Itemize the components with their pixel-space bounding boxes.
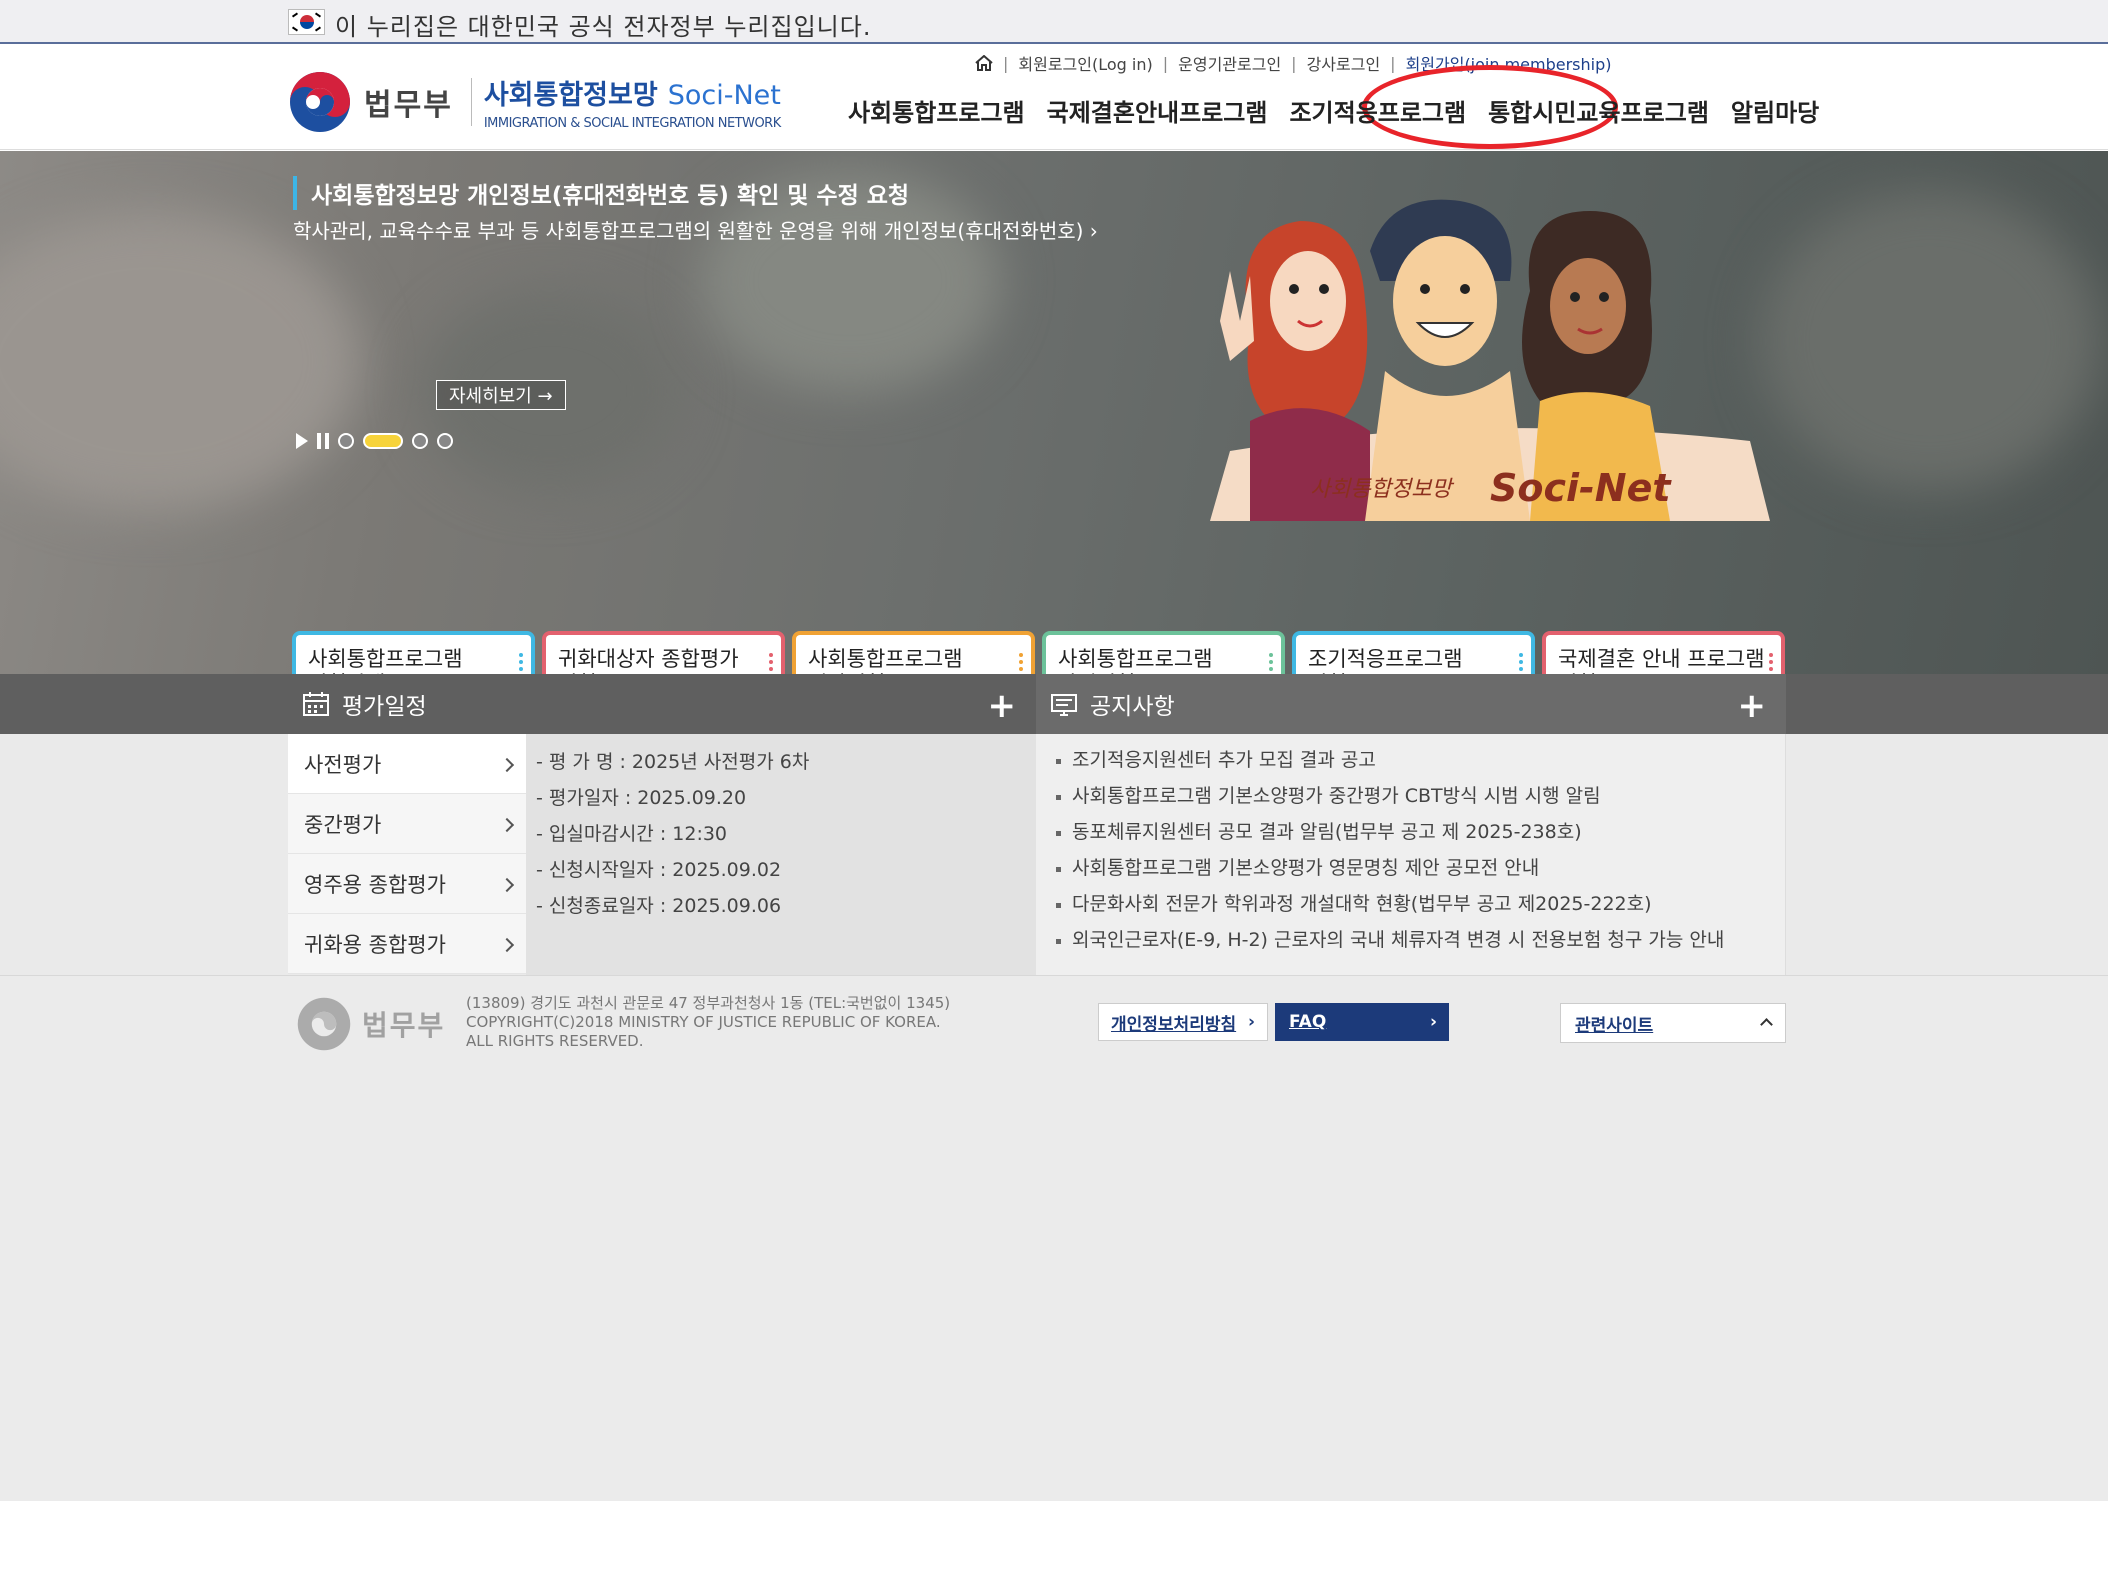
operator-login-link[interactable]: 운영기관로그인 [1178, 51, 1281, 75]
soci-net-illustration: 사회통합정보망 Soci-Net [1210, 199, 1770, 521]
hero-banner: 사회통합정보망 개인정보(휴대전화번호 등) 확인 및 수정 요청 학사관리, … [0, 151, 2108, 674]
notice-item[interactable]: 사회통합프로그램 기본소양평가 영문명칭 제안 공모전 안내 [1056, 850, 1785, 886]
government-emblem-icon [288, 70, 352, 134]
slide-dot-active[interactable] [363, 433, 403, 449]
calendar-icon [303, 692, 329, 716]
tab-mid-eval[interactable]: 중간평가 [288, 794, 526, 854]
card-label: 귀화대상자 종합평가 신청 [558, 647, 739, 674]
ministry-name: 법무부 [364, 88, 453, 123]
main-nav: 사회통합프로그램 국제결혼안내프로그램 조기적응프로그램 통합시민교육프로그램 … [848, 93, 1819, 128]
footer-address: (13809) 경기도 과천시 관문로 47 정부과천청사 1동 (TEL:국번… [466, 994, 950, 1051]
notice-title: 공지사항 [1090, 694, 1175, 720]
chevron-right-icon [499, 757, 515, 773]
notice-panel-header: 공지사항 + [1036, 674, 1786, 734]
tab-permanent-eval[interactable]: 영주용 종합평가 [288, 854, 526, 914]
quick-card-early-adaptation[interactable]: 조기적응프로그램 신청 [1292, 631, 1535, 674]
slider-controls [296, 433, 453, 449]
notice-item[interactable]: 동포체류지원센터 공모 결과 알림(법무부 공고 제 2025-238호) [1056, 814, 1785, 850]
footer-logo: 법무부 [296, 996, 445, 1052]
faq-button[interactable]: FAQ [1275, 1003, 1449, 1041]
korea-flag-icon [288, 9, 325, 35]
slide-dot[interactable] [412, 433, 428, 449]
eval-detail-item: 신청종료일자 : 2025.09.06 [536, 888, 1036, 924]
home-icon[interactable] [975, 55, 993, 71]
address-line: (13809) 경기도 과천시 관문로 47 정부과천청사 1동 (TEL:국번… [466, 994, 951, 1012]
notice-more-plus-icon[interactable]: + [1738, 686, 1767, 726]
eval-detail: 평 가 명 : 2025년 사전평가 6차 평가일자 : 2025.09.20 … [526, 734, 1036, 975]
slide-dot[interactable] [437, 433, 453, 449]
quick-card-program-guide[interactable]: 사회통합프로그램 신청안내 ! [292, 631, 535, 674]
footer-ministry-name: 법무부 [362, 1009, 446, 1042]
card-label: 사회통합프로그램 신청안내 [308, 647, 463, 674]
nav-early-adaptation[interactable]: 조기적응프로그램 [1289, 93, 1466, 128]
eval-detail-item: 평가일자 : 2025.09.20 [536, 780, 1036, 816]
quick-card-eval-apply[interactable]: 사회통합프로그램 평가신청 [792, 631, 1035, 674]
eval-detail-item: 평 가 명 : 2025년 사전평가 6차 [536, 744, 1036, 780]
notice-item[interactable]: 외국인근로자(E-9, H-2) 근로자의 국내 체류자격 변경 시 전용보험 … [1056, 922, 1785, 958]
chevron-up-icon [1760, 1018, 1773, 1031]
slide-dot[interactable] [338, 433, 354, 449]
card-label: 국제결혼 안내 프로그램 신청 [1558, 647, 1765, 674]
login-link[interactable]: 회원로그인(Log in) [1018, 51, 1152, 75]
tab-label: 영주용 종합평가 [304, 872, 446, 897]
eval-panel-header: 평가일정 + [288, 674, 1036, 734]
eval-more-plus-icon[interactable]: + [988, 686, 1017, 726]
card-label: 사회통합프로그램 평가신청 [808, 647, 963, 674]
instructor-login-link[interactable]: 강사로그인 [1307, 51, 1381, 75]
hero-notice-desc: 학사관리, 교육수수료 부과 등 사회통합프로그램의 원활한 운영을 위해 개인… [293, 219, 1098, 243]
tab-label: 귀화용 종합평가 [304, 932, 446, 957]
pause-icon[interactable] [317, 433, 329, 449]
related-sites-label: 관련사이트 [1575, 1015, 1654, 1036]
brand-en: Soci-Net [667, 80, 781, 111]
tab-label: 사전평가 [304, 752, 382, 777]
notice-item[interactable]: 조기적응지원센터 추가 모집 결과 공고 [1056, 742, 1785, 778]
brand-kr: 사회통합정보망 [483, 80, 658, 111]
more-button[interactable]: 자세히보기 → [436, 380, 566, 410]
chevron-right-icon [499, 817, 515, 833]
nav-civic-education[interactable]: 통합시민교육프로그램 [1488, 93, 1709, 128]
quick-card-course-apply[interactable]: 사회통합프로그램 과정신청 [1042, 631, 1285, 674]
gov-banner-text: 이 누리집은 대한민국 공식 전자정부 누리집입니다. [335, 13, 872, 41]
quick-card-naturalization-eval[interactable]: 귀화대상자 종합평가 신청 [542, 631, 785, 674]
eval-detail-item: 신청시작일자 : 2025.09.02 [536, 852, 1036, 888]
chevron-right-icon [499, 937, 515, 953]
tab-naturalization-eval[interactable]: 귀화용 종합평가 [288, 914, 526, 974]
eval-tabs: 사전평가 중간평가 영주용 종합평가 귀화용 종합평가 [288, 734, 526, 974]
privacy-policy-button[interactable]: 개인정보처리방침 [1098, 1003, 1268, 1041]
header: | 회원로그인(Log in) | 운영기관로그인 | 강사로그인 | 회원가입… [0, 46, 2108, 150]
card-label: 조기적응프로그램 신청 [1308, 647, 1463, 674]
brand-sub: IMMIGRATION & SOCIAL INTEGRATION NETWORK [483, 116, 781, 131]
notice-list: 조기적응지원센터 추가 모집 결과 공고 사회통합프로그램 기본소양평가 중간평… [1036, 734, 1786, 975]
footer-emblem-icon [297, 997, 351, 1051]
monitor-icon [1051, 694, 1077, 716]
card-label: 사회통합프로그램 과정신청 [1058, 647, 1213, 674]
footer: 법무부 (13809) 경기도 과천시 관문로 47 정부과천청사 1동 (TE… [0, 975, 2108, 1501]
play-icon[interactable] [296, 433, 308, 449]
nav-intl-marriage[interactable]: 국제결혼안내프로그램 [1047, 93, 1268, 128]
tab-pre-eval[interactable]: 사전평가 [288, 734, 526, 794]
nav-social-integration[interactable]: 사회통합프로그램 [848, 93, 1025, 128]
page-bottom [0, 1501, 2108, 1581]
nav-notice-board[interactable]: 알림마당 [1731, 93, 1819, 128]
quick-cards: 사회통합프로그램 신청안내 ! 귀화대상자 종합평가 신청 사회통합프로그램 평… [292, 631, 1785, 674]
illust-brand-text: 사회통합정보망 [1310, 477, 1454, 502]
gov-banner: 이 누리집은 대한민국 공식 전자정부 누리집입니다. [0, 0, 2108, 44]
copyright-line: ALL RIGHTS RESERVED. [466, 1032, 644, 1050]
svg-text:Soci-Net: Soci-Net [1490, 466, 1672, 510]
site-logo[interactable]: 법무부 사회통합정보망 Soci-Net IMMIGRATION & SOCIAL… [288, 70, 781, 134]
eval-title: 평가일정 [342, 694, 427, 720]
notice-item[interactable]: 다문화사회 전문가 학위과정 개설대학 현황(법무부 공고 제2025-222호… [1056, 886, 1785, 922]
eval-detail-item: 입실마감시간 : 12:30 [536, 816, 1036, 852]
tab-label: 중간평가 [304, 812, 382, 837]
related-sites-select[interactable]: 관련사이트 [1560, 1003, 1786, 1043]
quick-card-intl-marriage[interactable]: 국제결혼 안내 프로그램 신청 [1542, 631, 1785, 674]
copyright-line: COPYRIGHT(C)2018 MINISTRY OF JUSTICE REP… [466, 1013, 941, 1031]
notice-item[interactable]: 사회통합프로그램 기본소양평가 중간평가 CBT방식 시범 시행 알림 [1056, 778, 1785, 814]
hero-notice-title[interactable]: 사회통합정보망 개인정보(휴대전화번호 등) 확인 및 수정 요청 [293, 176, 909, 210]
chevron-right-icon [499, 877, 515, 893]
